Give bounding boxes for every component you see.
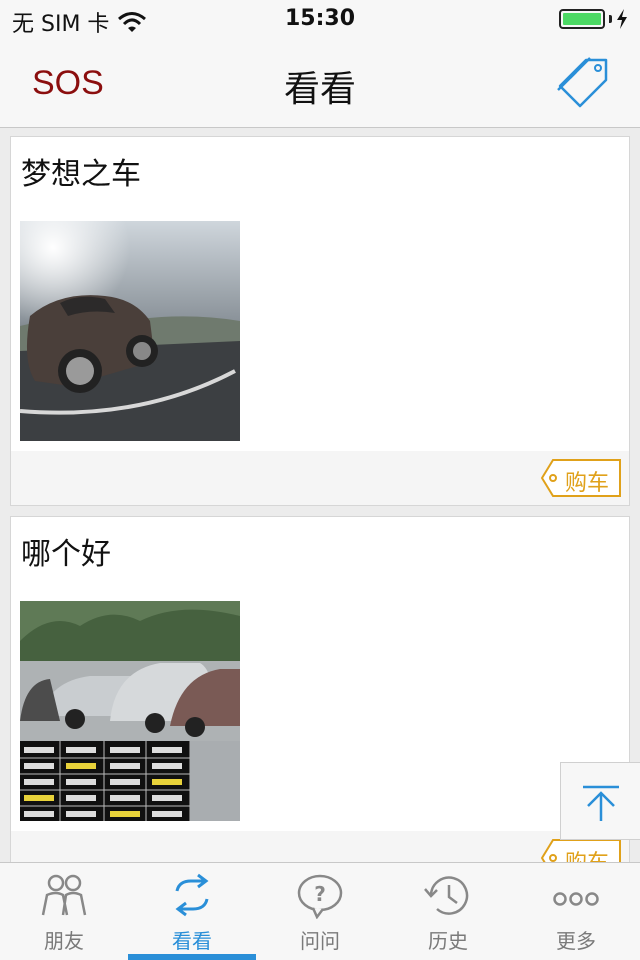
battery-tip <box>609 15 612 23</box>
tab-friends[interactable]: 朋友 <box>0 863 128 960</box>
buy-tag-label: 购车 <box>565 471 610 496</box>
battery-icon <box>559 9 605 29</box>
card-title: 梦想之车 <box>21 157 141 192</box>
tab-label: 更多 <box>556 929 596 953</box>
history-clock-icon <box>424 876 469 915</box>
navigation-bar: SOS 看看 <box>0 40 640 128</box>
feed-card[interactable]: 哪个好 <box>10 516 630 862</box>
battery-fill <box>563 13 601 25</box>
charging-bolt-icon <box>617 9 627 29</box>
tab-look[interactable]: 看看 <box>128 863 256 960</box>
status-bar: 无 SIM 卡 15:30 <box>0 0 640 40</box>
buy-car-tag[interactable]: 购车 <box>541 839 621 862</box>
feed-card[interactable]: 梦想之车 购车 <box>10 136 630 506</box>
sports-car-photo[interactable] <box>20 221 240 441</box>
scroll-to-top-button[interactable] <box>560 762 640 840</box>
question-bubble-icon: ? <box>297 874 343 919</box>
tab-label: 历史 <box>428 929 468 953</box>
tab-more[interactable]: 更多 <box>512 863 640 960</box>
arrow-up-to-top-icon <box>583 785 619 821</box>
tab-history[interactable]: 历史 <box>384 863 512 960</box>
card-title: 哪个好 <box>21 537 111 572</box>
tab-label: 朋友 <box>44 929 84 953</box>
battery-indicator <box>559 9 628 29</box>
exchange-arrows-icon <box>175 873 209 917</box>
buy-tag-label: 购车 <box>565 845 609 862</box>
active-tab-indicator <box>128 954 256 960</box>
tab-bar: 朋友 看看 ? 问问 历史 更多 <box>0 862 640 960</box>
card-footer: 购车 <box>11 451 629 505</box>
tab-label: 看看 <box>172 929 212 953</box>
more-dots-icon <box>553 892 599 906</box>
buy-car-tag[interactable]: 购车 <box>541 459 621 497</box>
svg-text:?: ? <box>314 882 326 906</box>
tag-icon[interactable] <box>556 56 610 112</box>
tab-label: 问问 <box>300 929 340 953</box>
friends-icon <box>41 874 87 916</box>
feed-list[interactable]: 梦想之车 购车 哪个好 <box>0 129 640 862</box>
status-time: 15:30 <box>284 6 356 31</box>
page-title: 看看 <box>283 69 356 110</box>
cars-price-table-photo[interactable] <box>20 601 240 821</box>
card-footer: 购车 <box>11 831 629 862</box>
tab-ask[interactable]: ? 问问 <box>256 863 384 960</box>
